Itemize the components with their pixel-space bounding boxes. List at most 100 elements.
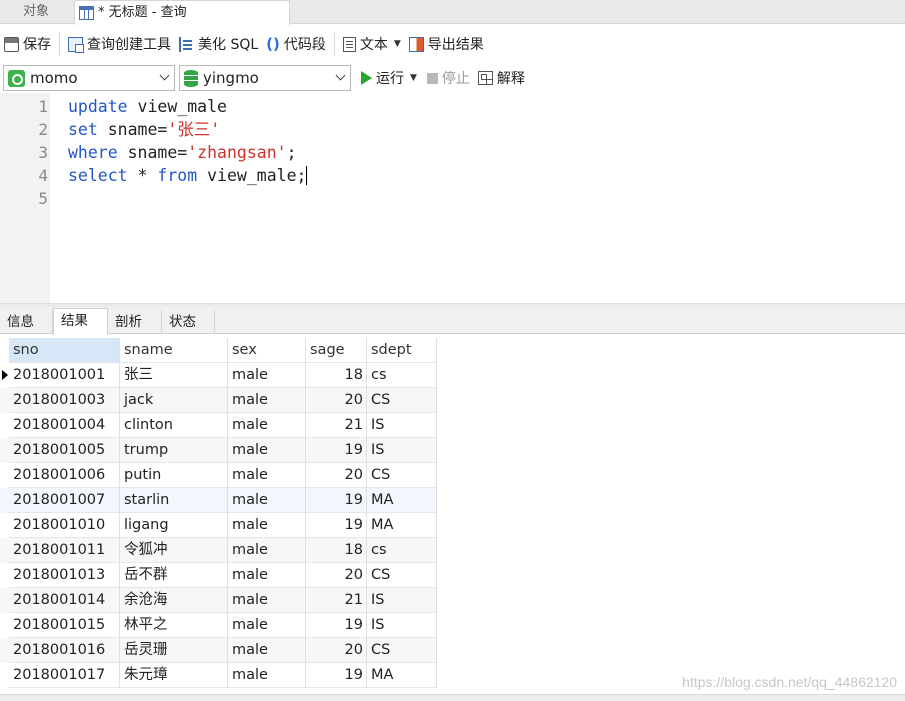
cell-sname[interactable]: starlin xyxy=(120,488,228,513)
cell-sname[interactable]: 张三 xyxy=(120,363,228,388)
table-row[interactable]: 2018001011 令狐冲 male 18 cs xyxy=(0,538,437,563)
cell-sname[interactable]: jack xyxy=(120,388,228,413)
cell-sdept[interactable]: CS xyxy=(367,388,437,413)
table-row[interactable]: 2018001013 岳不群 male 20 CS xyxy=(0,563,437,588)
cell-sname[interactable]: putin xyxy=(120,463,228,488)
connection-select[interactable]: momo xyxy=(3,65,175,91)
column-header-sex[interactable]: sex xyxy=(228,338,306,363)
table-row[interactable]: 2018001001 张三 male 18 cs xyxy=(0,363,437,388)
cell-sname[interactable]: clinton xyxy=(120,413,228,438)
dropdown-caret-icon[interactable]: ▼ xyxy=(394,39,401,49)
result-tab[interactable]: 信息 xyxy=(0,310,53,334)
table-row[interactable]: 2018001003 jack male 20 CS xyxy=(0,388,437,413)
cell-sname[interactable]: 令狐冲 xyxy=(120,538,228,563)
cell-sname[interactable]: 岳不群 xyxy=(120,563,228,588)
tab-objects[interactable]: 对象 xyxy=(0,0,72,24)
cell-sex[interactable]: male xyxy=(228,513,306,538)
column-header-sage[interactable]: sage xyxy=(306,338,367,363)
cell-sname[interactable]: 林平之 xyxy=(120,613,228,638)
cell-sno[interactable]: 2018001003 xyxy=(9,388,120,413)
cell-sex[interactable]: male xyxy=(228,588,306,613)
cell-sex[interactable]: male xyxy=(228,663,306,688)
sql-editor[interactable]: 12345 update view_male set sname='张三' wher… xyxy=(0,93,905,303)
cell-sno[interactable]: 2018001017 xyxy=(9,663,120,688)
cell-sdept[interactable]: CS xyxy=(367,563,437,588)
cell-sno[interactable]: 2018001004 xyxy=(9,413,120,438)
query-builder-button[interactable]: 查询创建工具 xyxy=(64,31,175,57)
result-tab[interactable]: 剖析 xyxy=(108,310,162,334)
cell-sname[interactable]: ligang xyxy=(120,513,228,538)
result-tab[interactable]: 状态 xyxy=(162,310,215,334)
cell-sno[interactable]: 2018001010 xyxy=(9,513,120,538)
result-tab[interactable]: 结果 1 xyxy=(53,308,108,353)
dropdown-caret-icon[interactable]: ▼ xyxy=(410,73,417,83)
database-select[interactable]: yingmo xyxy=(179,65,351,91)
table-row[interactable]: 2018001015 林平之 male 19 IS xyxy=(0,613,437,638)
cell-sex[interactable]: male xyxy=(228,563,306,588)
cell-sno[interactable]: 2018001011 xyxy=(9,538,120,563)
cell-sex[interactable]: male xyxy=(228,463,306,488)
cell-sdept[interactable]: MA xyxy=(367,513,437,538)
cell-sage[interactable]: 20 xyxy=(306,388,367,413)
cell-sex[interactable]: male xyxy=(228,388,306,413)
stop-button[interactable]: 停止 xyxy=(426,68,470,88)
cell-sno[interactable]: 2018001014 xyxy=(9,588,120,613)
table-row[interactable]: 2018001006 putin male 20 CS xyxy=(0,463,437,488)
cell-sname[interactable]: trump xyxy=(120,438,228,463)
table-row[interactable]: 2018001016 岳灵珊 male 20 CS xyxy=(0,638,437,663)
tab-query-untitled[interactable]: * 无标题 - 查询 xyxy=(74,0,290,25)
run-button[interactable]: 运行 ▼ xyxy=(361,68,417,88)
cell-sage[interactable]: 20 xyxy=(306,463,367,488)
code-snippet-button[interactable]: () 代码段 xyxy=(262,31,330,57)
cell-sage[interactable]: 20 xyxy=(306,638,367,663)
cell-sdept[interactable]: IS xyxy=(367,588,437,613)
code-line[interactable]: update view_male xyxy=(68,95,227,118)
cell-sex[interactable]: male xyxy=(228,488,306,513)
table-row[interactable]: 2018001004 clinton male 21 IS xyxy=(0,413,437,438)
cell-sage[interactable]: 18 xyxy=(306,363,367,388)
cell-sdept[interactable]: IS xyxy=(367,413,437,438)
cell-sname[interactable]: 余沧海 xyxy=(120,588,228,613)
cell-sno[interactable]: 2018001016 xyxy=(9,638,120,663)
cell-sno[interactable]: 2018001005 xyxy=(9,438,120,463)
cell-sno[interactable]: 2018001006 xyxy=(9,463,120,488)
cell-sdept[interactable]: CS xyxy=(367,638,437,663)
save-button[interactable]: 保存 xyxy=(0,31,55,57)
cell-sname[interactable]: 朱元璋 xyxy=(120,663,228,688)
beautify-sql-button[interactable]: 美化 SQL xyxy=(175,31,262,57)
cell-sage[interactable]: 21 xyxy=(306,588,367,613)
cell-sex[interactable]: male xyxy=(228,613,306,638)
cell-sage[interactable]: 19 xyxy=(306,438,367,463)
cell-sage[interactable]: 19 xyxy=(306,513,367,538)
code-line[interactable]: set sname='张三' xyxy=(68,118,220,141)
cell-sno[interactable]: 2018001007 xyxy=(9,488,120,513)
cell-sex[interactable]: male xyxy=(228,438,306,463)
cell-sno[interactable]: 2018001001 xyxy=(9,363,120,388)
cell-sdept[interactable]: CS xyxy=(367,463,437,488)
cell-sex[interactable]: male xyxy=(228,538,306,563)
cell-sage[interactable]: 18 xyxy=(306,538,367,563)
cell-sex[interactable]: male xyxy=(228,363,306,388)
cell-sdept[interactable]: cs xyxy=(367,538,437,563)
explain-button[interactable]: 解释 xyxy=(477,68,525,88)
code-line[interactable]: where sname='zhangsan'; xyxy=(68,141,297,164)
cell-sname[interactable]: 岳灵珊 xyxy=(120,638,228,663)
table-row[interactable]: 2018001010 ligang male 19 MA xyxy=(0,513,437,538)
text-view-button[interactable]: 文本 ▼ xyxy=(339,31,405,57)
table-row[interactable]: 2018001017 朱元璋 male 19 MA xyxy=(0,663,437,688)
code-line[interactable]: select * from view_male; xyxy=(68,164,308,187)
column-header-sdept[interactable]: sdept xyxy=(367,338,437,363)
export-result-button[interactable]: 导出结果 xyxy=(405,31,488,57)
horizontal-scrollbar[interactable] xyxy=(0,694,905,701)
cell-sno[interactable]: 2018001015 xyxy=(9,613,120,638)
column-header-sname[interactable]: sname xyxy=(120,338,228,363)
cell-sdept[interactable]: MA xyxy=(367,663,437,688)
column-header-sno[interactable]: sno xyxy=(9,338,120,363)
cell-sdept[interactable]: cs xyxy=(367,363,437,388)
cell-sage[interactable]: 20 xyxy=(306,563,367,588)
cell-sage[interactable]: 19 xyxy=(306,663,367,688)
cell-sex[interactable]: male xyxy=(228,413,306,438)
cell-sno[interactable]: 2018001013 xyxy=(9,563,120,588)
cell-sage[interactable]: 19 xyxy=(306,488,367,513)
table-row[interactable]: 2018001007 starlin male 19 MA xyxy=(0,488,437,513)
